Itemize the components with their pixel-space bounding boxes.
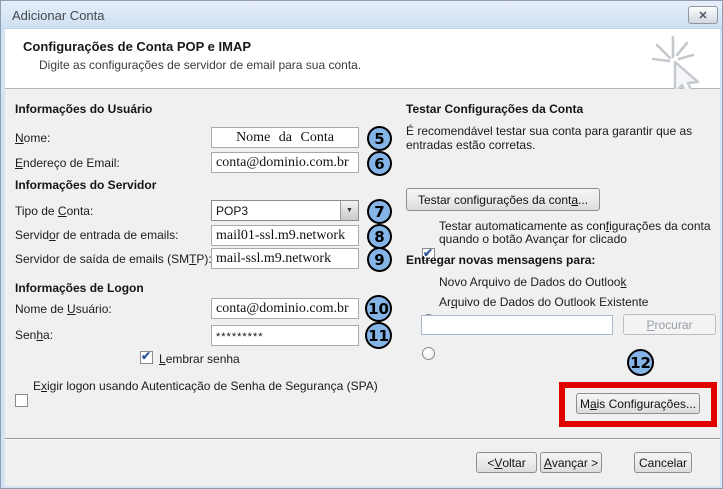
footer-divider	[5, 438, 720, 440]
outgoing-server-label: Servidor de saída de emails (SMTP):	[15, 252, 212, 266]
account-type-select[interactable]: POP3 ▼	[211, 200, 359, 221]
remember-password-label: Lembrar senha	[159, 352, 240, 366]
dialog-header: Configurações de Conta POP e IMAP Digite…	[5, 29, 720, 101]
remember-password-checkbox[interactable]	[140, 349, 153, 364]
auto-test-label: Testar automaticamente as configurações …	[439, 219, 711, 246]
cancel-button[interactable]: Cancelar	[634, 452, 692, 473]
incoming-server-label: Servidor de entrada de emails:	[15, 228, 179, 242]
account-type-value: POP3	[216, 203, 249, 218]
email-label: Endereço de Email:	[15, 156, 120, 170]
more-settings-button[interactable]: Ma is Configurações...	[576, 393, 700, 414]
user-info-heading: Informações do Usuário	[15, 102, 153, 116]
add-account-dialog: Adicionar Conta ✕ Configurações de Conta…	[0, 0, 723, 489]
name-label: Nome:	[15, 131, 51, 145]
browse-button[interactable]: Procurar	[623, 314, 716, 335]
close-icon: ✕	[698, 9, 708, 22]
email-input[interactable]: conta@dominio.com.br	[211, 152, 359, 173]
dropdown-button[interactable]: ▼	[340, 201, 358, 220]
test-settings-description: É recomendável testar sua conta para gar…	[406, 124, 693, 152]
account-type-label: Tipo de Conta:	[15, 204, 94, 218]
radio-new-data-file-label: Novo Arquivo de Dados do Outlook	[439, 275, 627, 289]
step-badge-5: 5	[367, 126, 392, 151]
password-label: Senha:	[15, 328, 54, 342]
username-input[interactable]: conta@dominio.com.br	[211, 298, 359, 319]
radio-existing-data-file[interactable]	[422, 347, 435, 360]
server-info-heading: Informações do Servidor	[15, 178, 157, 192]
deliver-heading: Entregar novas mensagens para:	[406, 253, 596, 267]
page-title: Configurações de Conta POP e IMAP	[23, 39, 252, 54]
incoming-server-input[interactable]: mail01-ssl.m9.network	[211, 225, 359, 246]
step-badge-7: 7	[367, 199, 392, 224]
titlebar: Adicionar Conta ✕	[1, 1, 722, 29]
test-settings-heading: Testar Configurações da Conta	[406, 102, 584, 116]
spa-label: Exigir logon usando Autenticação de Senh…	[33, 379, 378, 393]
name-input[interactable]: Nome da Conta	[211, 127, 359, 148]
back-button[interactable]: < Voltar	[476, 452, 537, 473]
test-account-button[interactable]: Testar configurações da cont a...	[406, 188, 600, 211]
radio-existing-data-file-label: Arquivo de Dados do Outlook Existente	[439, 295, 649, 309]
step-badge-6: 6	[367, 151, 392, 176]
data-file-path-input[interactable]	[421, 315, 613, 335]
username-label: Nome de Usuário:	[15, 302, 112, 316]
outgoing-server-input[interactable]: mail-ssl.m9.network	[211, 248, 359, 269]
password-input[interactable]: *********	[211, 325, 359, 346]
step-badge-8: 8	[367, 224, 392, 249]
page-subtitle: Digite as configurações de servidor de e…	[39, 58, 362, 72]
spa-checkbox[interactable]	[15, 394, 28, 407]
step-badge-9: 9	[367, 247, 392, 272]
close-button[interactable]: ✕	[688, 6, 718, 24]
logon-info-heading: Informações de Logon	[15, 281, 144, 295]
chevron-down-icon: ▼	[346, 207, 353, 214]
step-badge-12: 12	[627, 349, 654, 376]
step-badge-11: 11	[365, 322, 392, 349]
step-badge-10: 10	[365, 295, 392, 322]
next-button[interactable]: Avançar >	[540, 452, 602, 473]
window-title: Adicionar Conta	[12, 8, 105, 23]
